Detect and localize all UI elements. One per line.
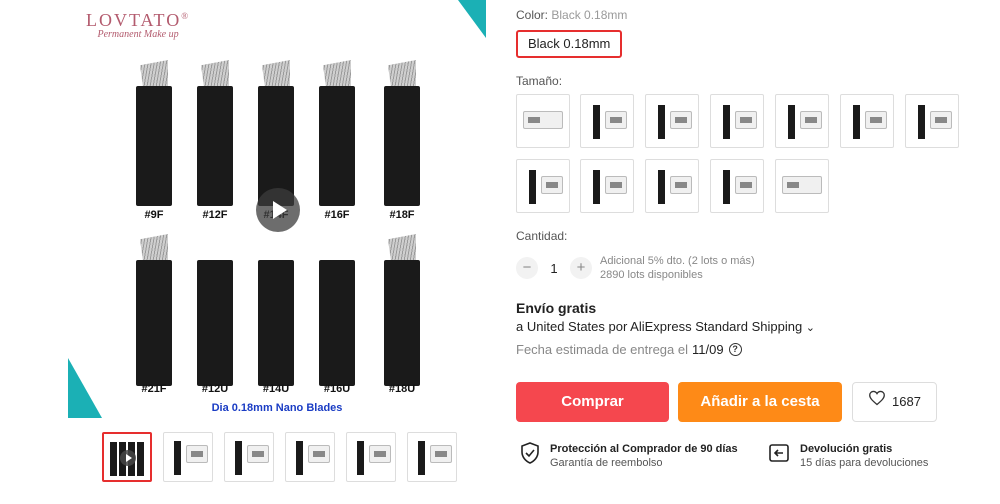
shipping-title: Envío gratis	[516, 300, 597, 316]
play-icon	[120, 450, 136, 466]
quantity-decrease-button[interactable]: −	[516, 257, 538, 279]
free-returns-subtitle: 15 días para devoluciones	[800, 457, 929, 469]
thumbnail-image[interactable]	[346, 432, 396, 482]
size-option[interactable]	[775, 94, 829, 148]
thumbnail-strip	[102, 432, 457, 482]
thumbnail-image[interactable]	[407, 432, 457, 482]
buyer-protection-title: Protección al Comprador de 90 días	[550, 443, 738, 455]
free-returns-title: Devolución gratis	[800, 443, 893, 455]
size-option[interactable]	[645, 159, 699, 213]
blade-label: #14U	[262, 383, 290, 395]
add-to-cart-button[interactable]: Añadir a la cesta	[678, 382, 842, 422]
quantity-discount-text: Adicional 5% dto. (2 lots o más)	[600, 255, 755, 267]
quantity-increase-button[interactable]: +	[570, 257, 592, 279]
blade-image	[384, 60, 420, 206]
decorative-corner	[458, 0, 486, 38]
wishlist-button[interactable]: 1687	[852, 382, 937, 422]
blade-image	[197, 234, 233, 386]
heart-icon	[868, 382, 886, 422]
blade-label: #16F	[324, 209, 350, 221]
shipping-date-value: 11/09	[692, 342, 724, 357]
buy-now-button[interactable]: Comprar	[516, 382, 669, 422]
quantity-input[interactable]: 1	[538, 261, 570, 276]
brand-logo: LOVTATO® Permanent Make up	[86, 10, 190, 40]
image-caption: Dia 0.18mm Nano Blades	[211, 402, 343, 414]
size-option[interactable]	[710, 159, 764, 213]
thumbnail-image[interactable]	[285, 432, 335, 482]
blade-image	[136, 234, 172, 386]
main-product-image[interactable]: LOVTATO® Permanent Make up #9F #12F #14F…	[68, 0, 486, 418]
blade-label: #18U	[388, 383, 416, 395]
size-option[interactable]	[905, 94, 959, 148]
buyer-protection-subtitle: Garantía de reembolso	[550, 457, 663, 469]
brand-name: LOVTATO	[86, 10, 182, 30]
size-option[interactable]	[775, 159, 829, 213]
blade-image	[319, 234, 355, 386]
help-icon[interactable]: ?	[728, 343, 742, 356]
blade-label: #12F	[202, 209, 228, 221]
size-label: Tamaño:	[516, 74, 563, 88]
size-option[interactable]	[840, 94, 894, 148]
blade-image	[136, 60, 172, 206]
blade-label: #9F	[144, 209, 164, 221]
blade-label: #21F	[141, 383, 167, 395]
blade-image	[384, 234, 420, 386]
chevron-down-icon: ⌄	[805, 322, 816, 334]
brand-tagline: Permanent Make up	[97, 29, 179, 40]
quantity-label: Cantidad:	[516, 229, 568, 243]
thumbnail-image[interactable]	[224, 432, 274, 482]
thumbnail-video[interactable]	[102, 432, 152, 482]
blade-label: #18F	[389, 209, 415, 221]
blade-image	[258, 234, 294, 386]
quantity-available-text: 2890 lots disponibles	[600, 269, 703, 281]
blade-label: #12U	[201, 383, 229, 395]
color-option-black[interactable]: Black 0.18mm	[516, 30, 623, 58]
color-selected-value: Black 0.18mm	[551, 8, 628, 22]
brand-reg: ®	[181, 11, 191, 21]
wishlist-count: 1687	[892, 394, 921, 409]
size-option[interactable]	[516, 159, 570, 213]
size-option[interactable]	[580, 159, 634, 213]
size-option[interactable]	[645, 94, 699, 148]
blade-label: #16U	[323, 383, 351, 395]
shield-check-icon	[520, 442, 540, 469]
blade-image	[197, 60, 233, 206]
blade-image	[258, 60, 294, 206]
shipping-destination[interactable]: a United States por AliExpress Standard …	[516, 319, 815, 334]
quantity-stepper: − 1 + Adicional 5% dto. (2 lots o más) 2…	[516, 254, 755, 282]
size-option[interactable]	[580, 94, 634, 148]
shipping-date: Fecha estimada de entrega el 11/09 ?	[516, 342, 742, 357]
thumbnail-image[interactable]	[163, 432, 213, 482]
free-returns: Devolución gratis 15 días para devolucio…	[768, 442, 928, 470]
size-option[interactable]	[516, 94, 570, 148]
blade-image	[319, 60, 355, 206]
color-label: Color: Black 0.18mm	[516, 8, 628, 22]
return-icon	[768, 442, 790, 469]
size-option[interactable]	[710, 94, 764, 148]
play-video-icon[interactable]	[256, 188, 300, 232]
buyer-protection: Protección al Comprador de 90 días Garan…	[520, 442, 738, 470]
